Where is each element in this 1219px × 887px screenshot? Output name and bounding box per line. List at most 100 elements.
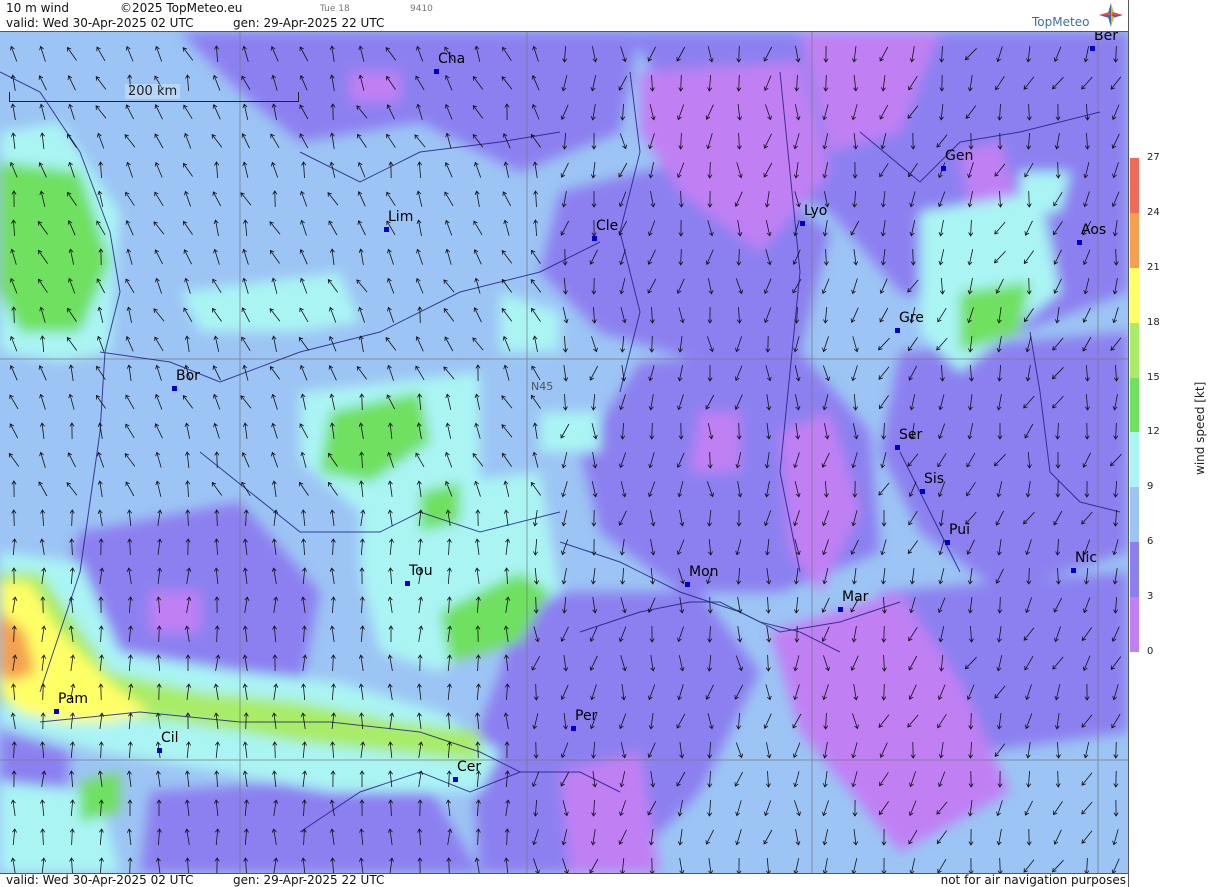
wind-arrow-icon: [1051, 859, 1064, 873]
wind-arrow-icon: [125, 394, 135, 410]
wind-arrow-icon: [271, 335, 277, 352]
city-label: Tou: [409, 563, 433, 579]
wind-arrow-icon: [446, 799, 451, 817]
wind-arrow-icon: [794, 596, 800, 614]
wind-arrow-icon: [154, 336, 164, 352]
wind-arrow-icon: [531, 365, 541, 381]
wind-arrow-icon: [852, 799, 858, 817]
wind-arrow-icon: [240, 192, 252, 206]
colorbar-segment: [1130, 597, 1139, 653]
wind-arrow-icon: [242, 422, 248, 439]
colorbar-segment: [1130, 322, 1139, 379]
wind-arrow-icon: [590, 162, 596, 179]
wind-map[interactable]: 200 km N45 Cha Lim Cle Lyo Gen Ber Aos G…: [0, 32, 1128, 873]
city-label: Nic: [1075, 550, 1098, 566]
wind-arrow-icon: [1055, 741, 1061, 759]
wind-arrow-icon: [155, 770, 161, 787]
city-dot: [800, 221, 805, 226]
wind-arrow-icon: [620, 567, 626, 585]
wind-arrow-icon: [329, 625, 335, 642]
wind-arrow-icon: [1024, 800, 1033, 816]
wind-arrow-icon: [38, 75, 47, 91]
wind-arrow-icon: [416, 683, 422, 700]
wind-arrow-icon: [155, 45, 163, 62]
wind-arrow-icon: [1081, 830, 1093, 844]
wind-arrow-icon: [823, 306, 829, 324]
wind-arrow-icon: [154, 191, 164, 207]
wind-arrow-icon: [765, 654, 771, 672]
wind-arrow-icon: [531, 249, 541, 264]
wind-arrow-icon: [1053, 829, 1062, 845]
wind-arrow-icon: [184, 190, 191, 207]
wind-arrow-icon: [67, 75, 76, 91]
footer-bar: valid: Wed 30-Apr-2025 02 UTC gen: 29-Ap…: [0, 873, 1128, 887]
wind-arrow-icon: [358, 248, 364, 265]
wind-arrow-icon: [357, 220, 366, 236]
wind-arrow-icon: [591, 393, 597, 411]
wind-arrow-icon: [737, 597, 743, 614]
wind-arrow-icon: [184, 335, 190, 352]
wind-arrow-icon: [38, 481, 48, 497]
wind-arrow-icon: [9, 394, 19, 410]
wind-arrow-icon: [184, 132, 192, 149]
wind-arrow-icon: [822, 800, 829, 817]
wind-arrow-icon: [241, 133, 250, 149]
wind-arrow-icon: [357, 191, 366, 207]
wind-arrow-icon: [40, 509, 46, 527]
wind-arrow-icon: [328, 220, 338, 236]
wind-arrow-icon: [38, 365, 47, 381]
wind-arrow-icon: [11, 480, 17, 498]
wind-arrow-icon: [1113, 770, 1119, 788]
wind-arrow-icon: [501, 250, 513, 264]
wind-arrow-icon: [1112, 307, 1119, 324]
wind-arrow-icon: [446, 683, 452, 701]
wind-arrow-icon: [907, 540, 919, 555]
wind-arrow-icon: [677, 829, 683, 846]
city-dot: [434, 69, 439, 74]
wind-arrow-icon: [269, 221, 281, 235]
wind-arrow-icon: [184, 422, 190, 439]
wind-arrow-icon: [936, 830, 948, 845]
wind-arrow-icon: [298, 336, 310, 351]
wind-arrow-icon: [69, 509, 75, 527]
wind-arrow-icon: [154, 161, 163, 178]
wind-arrow-icon: [1053, 801, 1063, 816]
wind-arrow-icon: [125, 191, 135, 206]
wind-arrow-icon: [852, 393, 858, 411]
wind-arrow-icon: [356, 366, 368, 380]
city-dot: [54, 709, 59, 714]
wind-arrow-icon: [967, 568, 973, 585]
wind-arrow-icon: [155, 451, 162, 468]
colorbar-tick-label: 12: [1147, 426, 1160, 438]
city-dot: [1077, 240, 1082, 245]
wind-arrow-icon: [852, 336, 859, 353]
city-dot: [895, 328, 900, 333]
wind-arrow-icon: [853, 249, 859, 266]
wind-arrow-icon: [388, 161, 394, 179]
wind-arrow-icon: [330, 538, 336, 556]
footer-disclaimer: not for air navigation purposes: [940, 873, 1126, 887]
wind-arrow-icon: [153, 221, 165, 235]
colorbar-tick-label: 24: [1147, 206, 1160, 218]
wind-arrow-icon: [416, 190, 423, 207]
wind-arrow-icon: [213, 248, 220, 265]
city-dot: [571, 726, 576, 731]
wind-arrow-icon: [185, 74, 191, 92]
wind-arrow-icon: [214, 161, 220, 179]
wind-arrow-icon: [937, 858, 947, 873]
wind-arrow-icon: [97, 480, 103, 497]
wind-arrow-icon: [330, 654, 336, 672]
wind-arrow-icon: [1026, 828, 1032, 846]
wind-arrow-icon: [272, 190, 278, 208]
wind-arrow-icon: [968, 857, 974, 873]
city-dot: [838, 607, 843, 612]
wind-arrow-icon: [155, 480, 162, 497]
wind-arrow-icon: [387, 364, 394, 381]
wind-arrow-icon: [68, 393, 75, 410]
wind-arrow-icon: [359, 596, 365, 614]
wind-arrow-icon: [328, 365, 337, 381]
colorbar-tick-label: 3: [1147, 591, 1154, 603]
wind-arrow-icon: [125, 278, 135, 294]
wind-arrow-icon: [329, 567, 335, 584]
wind-arrow-icon: [69, 741, 75, 759]
